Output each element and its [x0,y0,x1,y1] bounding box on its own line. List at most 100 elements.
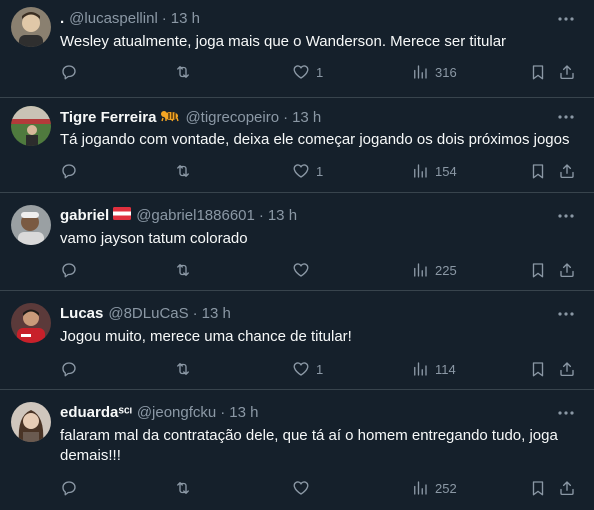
avatar[interactable] [11,106,51,146]
views-chart-icon [414,65,427,79]
display-name[interactable]: gabriel [60,207,109,225]
heart-icon [293,164,309,178]
action-bar: 1 154 [60,160,584,182]
action-bar: 252 [60,477,584,499]
share-icon [560,263,574,278]
tweet-text: Jogou muito, merece uma chance de titula… [60,328,352,345]
more-options-icon[interactable] [556,305,576,323]
view-count: 252 [435,480,457,496]
retweet-icon [177,264,189,276]
tweet[interactable]: Tigre Ferreira @tigrecopeiro · 13 h Tá j… [0,98,594,193]
display-name[interactable]: . [60,10,64,28]
retweet-button[interactable] [174,358,192,380]
share-button[interactable] [558,477,576,499]
share-button[interactable] [558,61,576,83]
views-button[interactable]: 316 [411,61,457,83]
views-chart-icon [414,263,427,277]
like-button[interactable]: 1 [292,160,323,182]
tweet-header: Lucas @8DLuCaS · 13 h [60,305,554,323]
views-button[interactable]: 252 [411,477,457,499]
view-count: 225 [435,262,457,278]
retweet-icon [177,482,189,494]
avatar[interactable] [11,402,51,442]
views-button[interactable]: 225 [411,259,457,281]
display-name[interactable]: Lucas [60,305,103,323]
bookmark-button[interactable] [529,477,547,499]
like-button[interactable]: 1 [292,358,323,380]
separator-dot: · [220,404,226,421]
avatar[interactable] [11,303,51,343]
avatar[interactable] [11,205,51,245]
heart-icon [293,362,309,376]
timestamp[interactable]: 13 h [171,10,200,28]
bookmark-icon [532,65,544,80]
like-button[interactable]: 1 [292,61,323,83]
action-bar: 1 114 [60,358,584,380]
tweet[interactable]: Lucas @8DLuCaS · 13 h Jogou muito, merec… [0,291,594,390]
separator-dot: · [161,10,167,27]
like-button[interactable] [292,259,316,281]
bookmark-button[interactable] [529,160,547,182]
bookmark-icon [532,481,544,496]
view-count: 114 [435,361,456,377]
retweet-button[interactable] [174,477,192,499]
bookmark-button[interactable] [529,358,547,380]
retweet-button[interactable] [174,160,192,182]
display-name[interactable]: eduardaˢᶜᶦ [60,404,132,422]
action-bar: 1 316 [60,61,584,83]
avatar[interactable] [11,7,51,47]
separator-dot: · [192,305,198,322]
reply-button[interactable] [60,259,78,281]
timestamp[interactable]: 13 h [292,109,321,127]
tweet-text: falaram mal da contratação dele, que tá … [60,427,558,464]
share-icon [560,362,574,377]
tweet[interactable]: eduardaˢᶜᶦ @jeongfcku · 13 h falaram mal… [0,390,594,510]
reply-button[interactable] [60,477,78,499]
reply-icon [62,263,76,278]
more-options-icon[interactable] [556,108,576,126]
user-handle[interactable]: @gabriel1886601 [136,207,255,225]
retweet-button[interactable] [174,259,192,281]
tweet[interactable]: gabriel @gabriel1886601 · 13 h vamo jays… [0,193,594,291]
separator-dot: · [283,108,289,126]
more-options-icon[interactable] [556,207,576,225]
tweet-header: gabriel @gabriel1886601 · 13 h [60,207,554,225]
user-handle[interactable]: @8DLuCaS [108,305,188,323]
view-count: 316 [435,64,457,80]
bookmark-button[interactable] [529,61,547,83]
user-handle[interactable]: @jeongfcku [137,404,216,422]
tweet-text: Wesley atualmente, joga mais que o Wande… [60,33,507,50]
tiger-emoji-icon [160,108,180,127]
tweet[interactable]: . @lucaspellinl · 13 h Wesley atualmente… [0,0,594,98]
share-button[interactable] [558,259,576,281]
views-button[interactable]: 154 [411,160,457,182]
more-options-icon[interactable] [556,10,576,28]
reply-button[interactable] [60,160,78,182]
like-count: 1 [316,163,324,179]
like-button[interactable] [292,477,316,499]
more-options-icon[interactable] [556,404,576,422]
user-handle[interactable]: @lucaspellinl [69,10,158,28]
tweet-text: Tá jogando com vontade, deixa ele começa… [60,131,570,148]
user-handle[interactable]: @tigrecopeiro [185,109,279,127]
share-button[interactable] [558,358,576,380]
bookmark-button[interactable] [529,259,547,281]
view-count: 154 [435,163,457,179]
display-name[interactable]: Tigre Ferreira [60,109,156,127]
austria-flag-icon [113,207,132,225]
timestamp[interactable]: 13 h [202,305,231,323]
tweet-header: . @lucaspellinl · 13 h [60,10,554,28]
reply-icon [62,65,76,80]
views-chart-icon [414,164,427,178]
reply-button[interactable] [60,61,78,83]
share-button[interactable] [558,160,576,182]
retweet-button[interactable] [174,61,192,83]
retweet-icon [177,66,189,78]
tweet-text: vamo jayson tatum colorado [60,230,248,247]
views-chart-icon [414,362,427,376]
timestamp[interactable]: 13 h [229,404,258,422]
views-button[interactable]: 114 [411,358,456,380]
reply-button[interactable] [60,358,78,380]
timestamp[interactable]: 13 h [268,207,297,225]
retweet-icon [177,363,189,375]
